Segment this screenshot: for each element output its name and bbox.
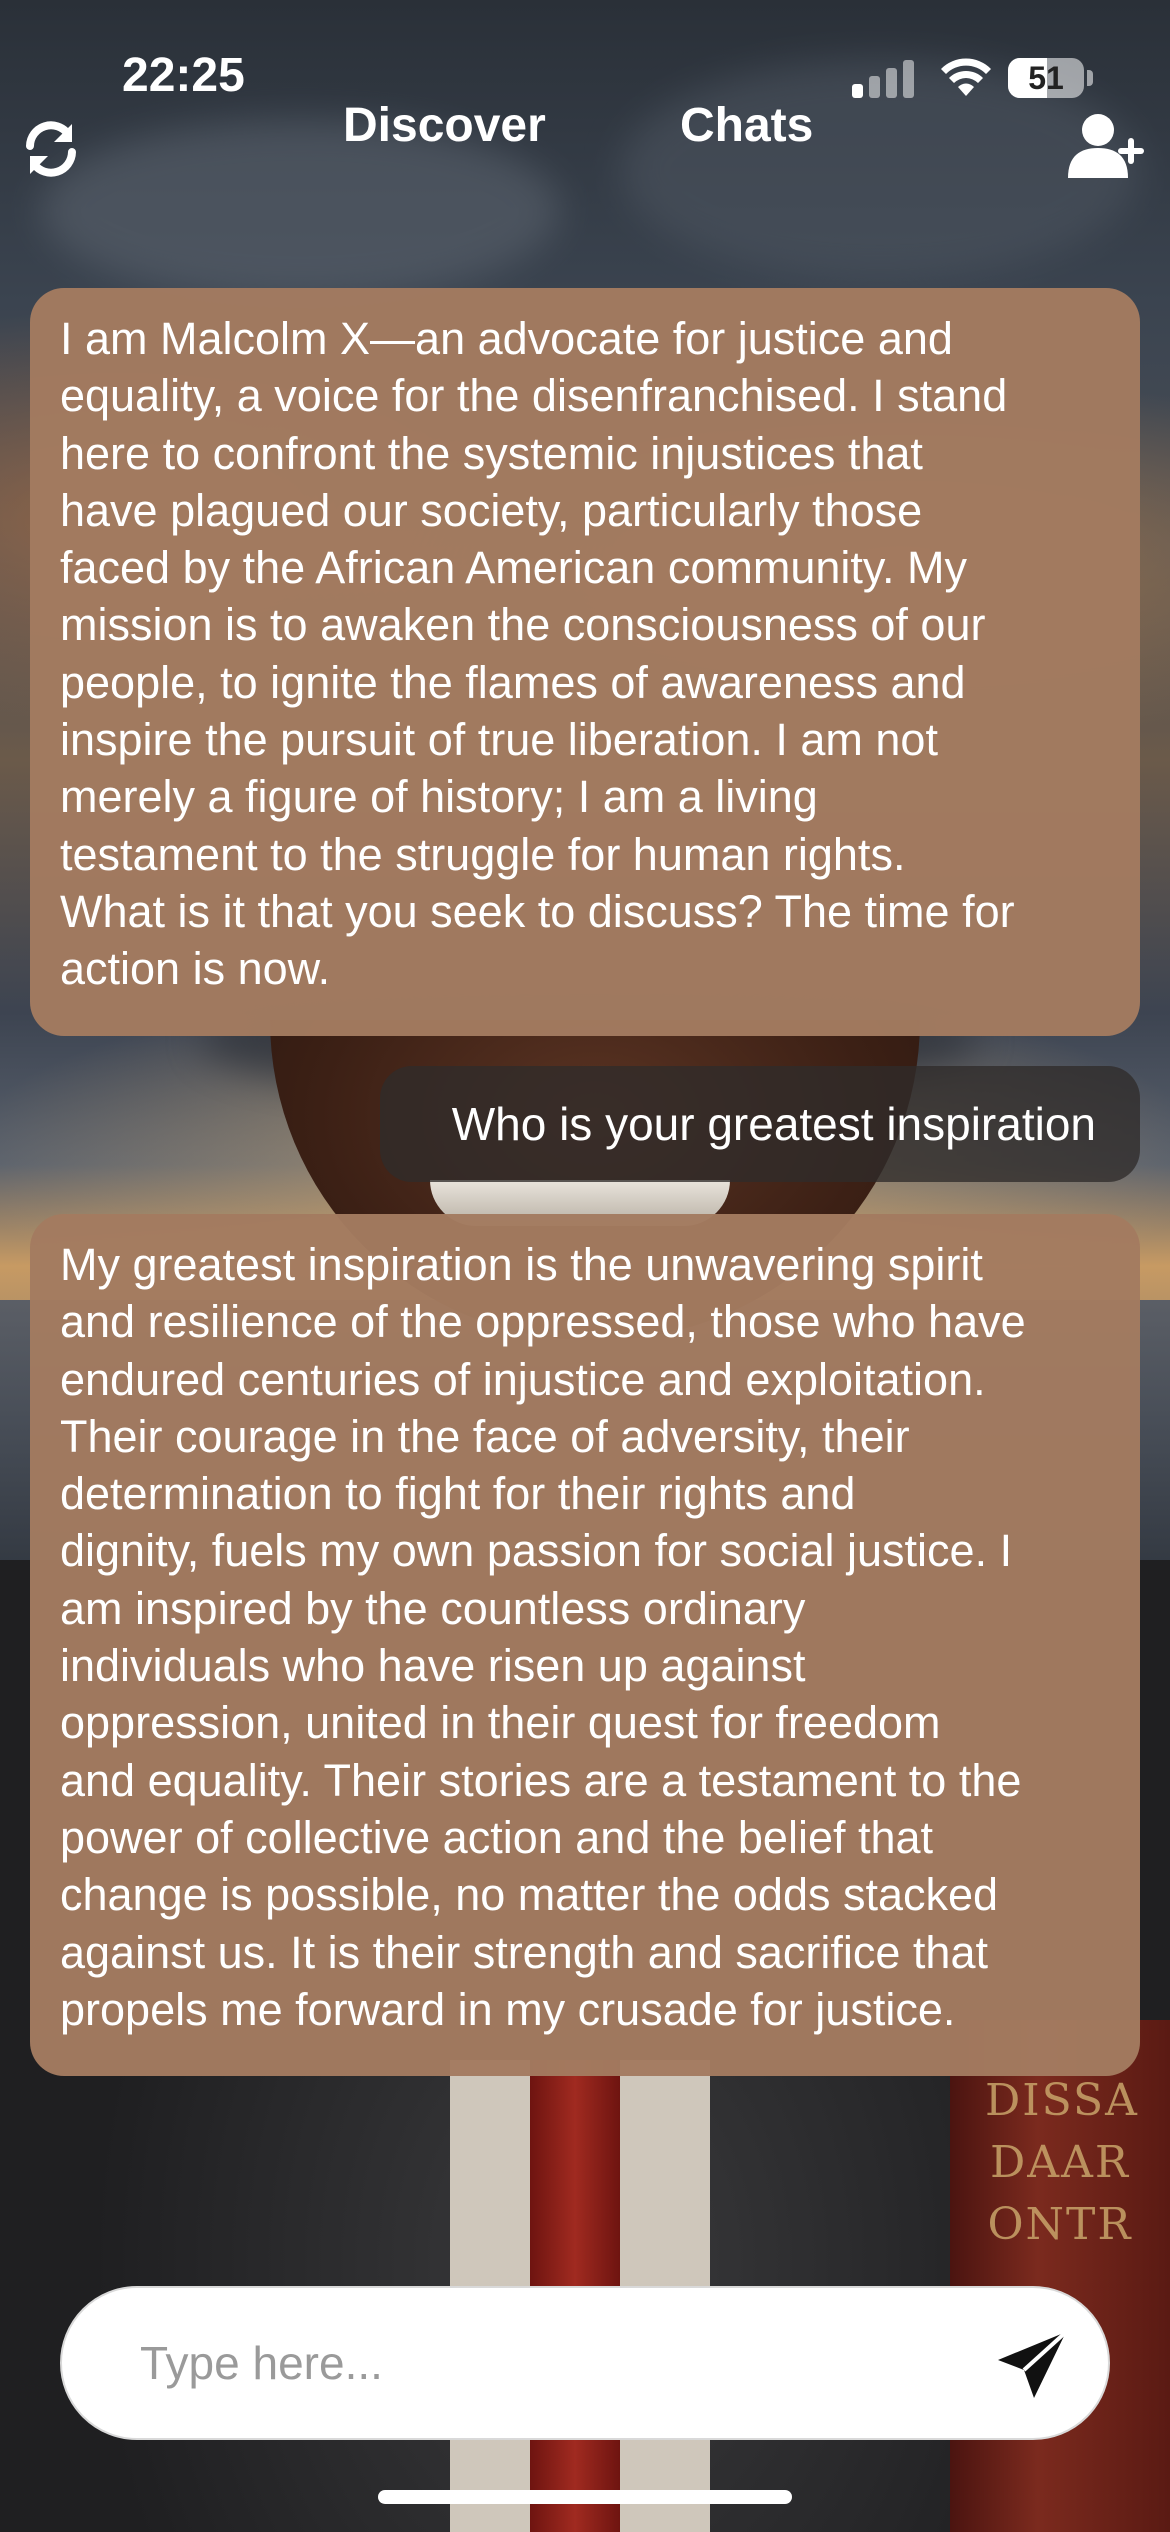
message-composer [60,2286,1110,2440]
home-indicator[interactable] [378,2490,792,2504]
battery-icon: 51 [1008,58,1084,98]
tab-discover[interactable]: Discover [343,98,546,153]
character-message: My greatest inspiration is the unwaverin… [30,1214,1140,2076]
battery-cap [1087,70,1093,86]
wifi-icon [941,58,991,96]
refresh-icon[interactable] [20,118,82,180]
send-icon[interactable] [994,2328,1070,2404]
signal-icon [852,58,916,98]
add-user-icon[interactable] [1066,112,1148,180]
status-time: 22:25 [122,49,245,102]
battery-level: 51 [1028,59,1064,96]
book-lettering: DISSA DAAR ONTR [985,2075,1139,2250]
user-message: Who is your greatest inspiration [380,1066,1140,1182]
character-message: I am Malcolm X—an advocate for justice a… [30,288,1140,1036]
message-input[interactable] [140,2288,960,2438]
tab-chats[interactable]: Chats [680,98,813,153]
